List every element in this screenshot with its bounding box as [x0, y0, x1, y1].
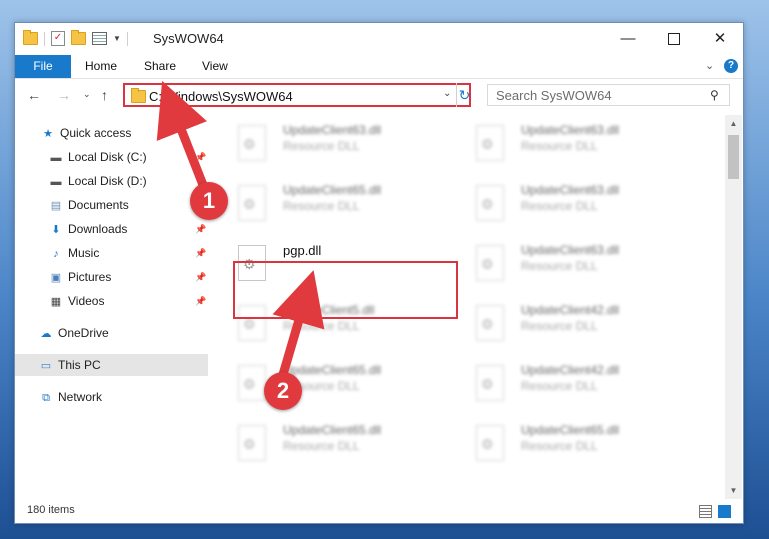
pin-icon[interactable]: 📌 [195, 224, 206, 235]
music-icon: ♪ [53, 248, 59, 260]
list-item[interactable]: UpdateClient63.dll Resource DLL [448, 175, 668, 223]
help-icon[interactable]: ? [724, 59, 738, 73]
maximize-button[interactable] [651, 23, 697, 55]
tab-view[interactable]: View [202, 55, 228, 78]
recent-locations-icon[interactable]: ⌄ [83, 89, 91, 100]
details-view-icon[interactable] [699, 505, 712, 518]
sidebar-item-quick-access[interactable]: ★ Quick access [41, 122, 131, 144]
address-row: ← → ⌄ ↑ C:\Windows\SysWOW64 ⌄ ↻ Search S… [15, 79, 743, 113]
dll-file-icon [476, 305, 504, 341]
divider [126, 31, 128, 46]
large-icons-view-icon[interactable] [718, 505, 731, 518]
dll-file-icon [476, 125, 504, 161]
dll-file-icon [476, 185, 504, 221]
list-item[interactable]: UpdateClient42.dll Resource DLL [448, 295, 668, 343]
sidebar-item-local-disk-d[interactable]: ▬ Local Disk (D:) [49, 170, 147, 192]
sidebar-item-music[interactable]: ♪ Music [49, 242, 99, 264]
sidebar-item-downloads[interactable]: ⬇ Downloads [49, 218, 127, 240]
list-item[interactable]: UpdateClient42.dll Resource DLL [448, 355, 668, 403]
address-path[interactable]: C:\Windows\SysWOW64 [149, 89, 293, 104]
sidebar-item-local-disk-c[interactable]: ▬ Local Disk (C:) [49, 146, 147, 168]
chevron-down-icon[interactable]: ⌄ [443, 88, 451, 99]
pin-icon[interactable]: 📌 [195, 248, 206, 259]
quick-access-toolbar: ✓ ▼ [23, 30, 128, 46]
documents-icon: ▤ [50, 200, 62, 212]
item-count: 180 items [27, 504, 75, 516]
search-placeholder: Search SysWOW64 [496, 88, 612, 103]
scroll-thumb[interactable] [728, 135, 739, 179]
dll-file-icon [238, 185, 266, 221]
list-item[interactable]: UpdateClient65.dll Resource DLL [210, 355, 430, 403]
tab-file[interactable]: File [15, 55, 71, 78]
new-folder-icon[interactable] [71, 30, 86, 45]
navigation-pane: ★ Quick access ▬ Local Disk (C:) 📌 ▬ Local … [15, 119, 210, 499]
sidebar-item-this-pc[interactable]: ▭ This PC [15, 354, 208, 376]
sidebar-item-pictures[interactable]: ▣ Pictures [49, 266, 112, 288]
pin-icon[interactable]: 📌 [195, 152, 206, 163]
sidebar-item-network[interactable]: ⧉ Network [39, 386, 102, 408]
step-2-marker: 2 [264, 372, 302, 410]
network-icon: ⧉ [42, 392, 50, 404]
minimize-button[interactable]: — [605, 23, 651, 55]
videos-icon: ▦ [50, 296, 62, 308]
star-icon: ★ [43, 128, 53, 140]
ribbon-tabs: File Home Share View ⌄ ? [15, 55, 743, 79]
dll-file-icon [238, 425, 266, 461]
list-item[interactable]: UpdateClient63.dll Resource DLL [448, 115, 668, 163]
dll-file-icon [476, 365, 504, 401]
computer-icon: ▭ [40, 360, 52, 372]
divider [44, 31, 45, 46]
up-arrow-icon[interactable]: ↑ [101, 87, 108, 103]
vertical-scrollbar[interactable]: ▲ ▼ [725, 115, 742, 499]
properties-check-icon[interactable]: ✓ [51, 31, 65, 46]
close-button[interactable]: ✕ [697, 23, 743, 55]
download-icon: ⬇ [51, 224, 61, 236]
address-bar[interactable]: C:\Windows\SysWOW64 ⌄ ↻ [123, 83, 471, 107]
drive-icon: ▬ [50, 152, 62, 164]
list-item[interactable]: UpdateClient63.dll Resource DLL [210, 115, 430, 163]
file-list: UpdateClient63.dll Resource DLL UpdateCl… [210, 115, 723, 499]
properties-icon[interactable] [92, 32, 107, 45]
file-name: pgp.dll [283, 243, 322, 258]
pin-icon[interactable]: 📌 [195, 296, 206, 307]
sidebar-item-documents[interactable]: ▤ Documents [49, 194, 129, 216]
cloud-icon: ☁ [40, 328, 52, 340]
sidebar-item-onedrive[interactable]: ☁ OneDrive [39, 322, 109, 344]
folder-icon [131, 88, 146, 103]
title-bar: ✓ ▼ SysWOW64 — ✕ [15, 23, 743, 55]
tab-home[interactable]: Home [85, 55, 117, 78]
step-1-marker: 1 [190, 182, 228, 220]
search-icon: ⚲ [710, 88, 719, 102]
dll-file-icon [476, 245, 504, 281]
forward-arrow-icon[interactable]: → [57, 87, 71, 103]
expand-ribbon-icon[interactable]: ⌄ [705, 55, 714, 78]
list-item[interactable]: UpdateClient65.dll Resource DLL [210, 175, 430, 223]
pgp-dll-highlight-box [233, 261, 458, 319]
dll-file-icon [476, 425, 504, 461]
search-input[interactable]: Search SysWOW64 ⚲ [487, 84, 730, 106]
pin-icon[interactable]: 📌 [195, 272, 206, 283]
list-item[interactable]: UpdateClient65.dll Resource DLL [210, 415, 430, 463]
sidebar-item-videos[interactable]: ▦ Videos [49, 290, 105, 312]
pictures-icon: ▣ [50, 272, 62, 284]
status-bar: 180 items [15, 499, 743, 523]
explorer-window: ✓ ▼ SysWOW64 — ✕ File Home Share View ⌄ … [14, 22, 744, 524]
window-title: SysWOW64 [153, 31, 224, 46]
scroll-down-icon[interactable]: ▼ [725, 482, 742, 499]
back-arrow-icon[interactable]: ← [27, 87, 41, 103]
scroll-up-icon[interactable]: ▲ [725, 115, 742, 132]
dll-file-icon [238, 365, 266, 401]
list-item[interactable]: UpdateClient63.dll Resource DLL [448, 235, 668, 283]
dll-file-icon [238, 125, 266, 161]
list-item[interactable]: UpdateClient65.dll Resource DLL [448, 415, 668, 463]
folder-icon [23, 30, 38, 45]
tab-share[interactable]: Share [144, 55, 176, 78]
chevron-down-icon[interactable]: ▼ [113, 34, 121, 43]
refresh-icon[interactable]: ↻ [456, 83, 472, 107]
drive-icon: ▬ [50, 176, 62, 188]
